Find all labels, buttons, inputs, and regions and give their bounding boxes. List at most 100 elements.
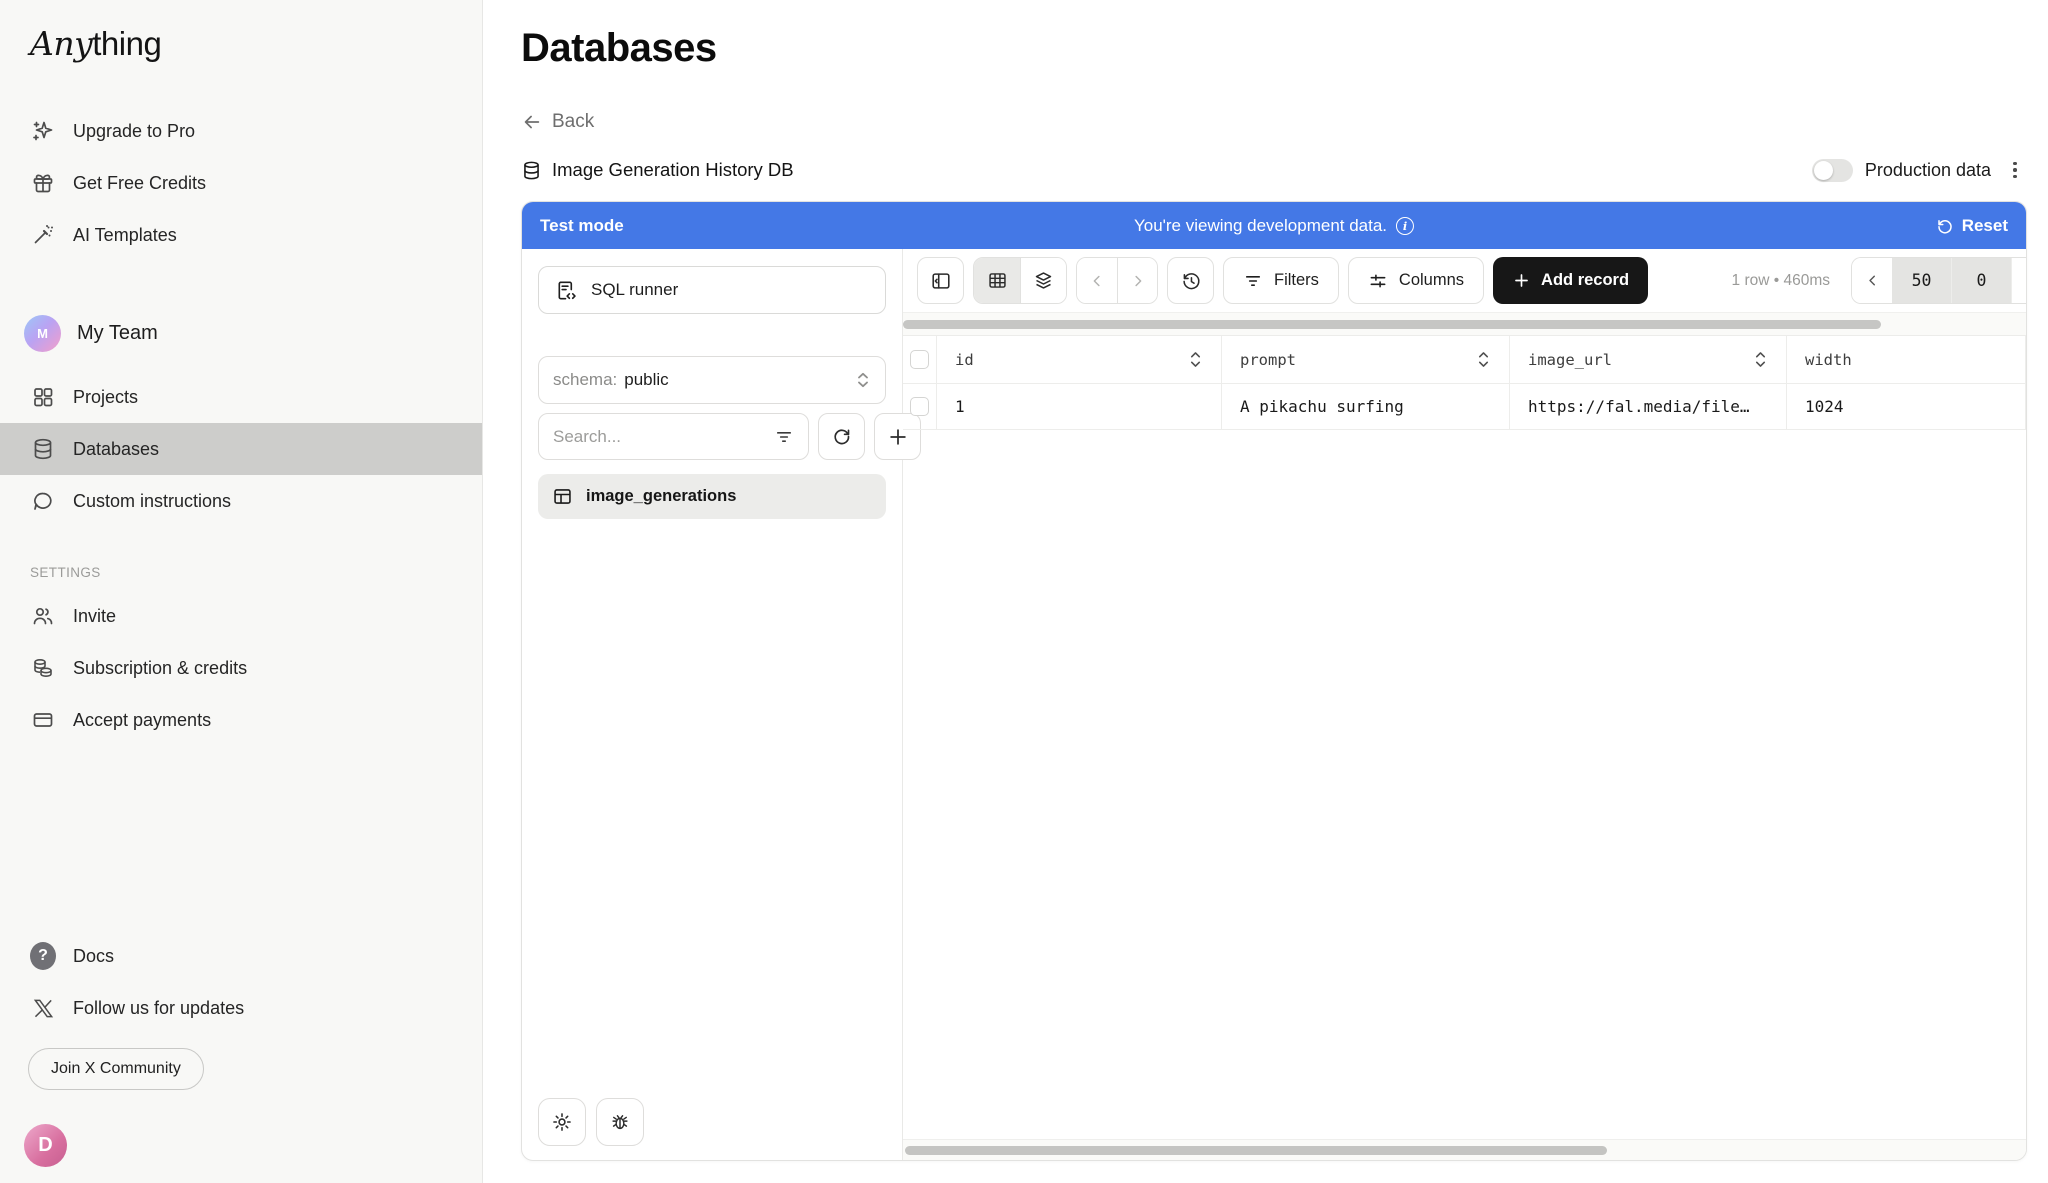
back-link[interactable]: Back [521, 111, 594, 133]
wand-icon [30, 222, 56, 248]
filter-lines-icon [1243, 271, 1263, 291]
test-mode-label: Test mode [540, 216, 624, 236]
result-stats: 1 row • 460ms [1732, 272, 1842, 290]
sidebar-item-follow-updates[interactable]: Follow us for updates [0, 982, 482, 1034]
back-label: Back [552, 111, 594, 133]
filters-label: Filters [1274, 271, 1319, 290]
database-card: Test mode You're viewing development dat… [521, 201, 2027, 1161]
sliders-icon [1368, 271, 1388, 291]
filters-button[interactable]: Filters [1223, 257, 1339, 304]
team-name: My Team [77, 322, 158, 345]
debug-bug-button[interactable] [596, 1098, 644, 1146]
database-icon [521, 160, 542, 181]
join-x-community-button[interactable]: Join X Community [28, 1048, 204, 1090]
settings-gear-button[interactable] [538, 1098, 586, 1146]
reset-icon [1936, 217, 1954, 235]
sql-runner-label: SQL runner [591, 280, 678, 300]
table-list-item-image-generations[interactable]: image_generations [538, 474, 886, 519]
more-options-kebab-icon[interactable] [2003, 157, 2027, 183]
coins-icon [30, 655, 56, 681]
production-data-toggle[interactable] [1812, 159, 1853, 182]
reset-button[interactable]: Reset [1936, 216, 2008, 236]
page-offset-value[interactable]: 0 [1952, 258, 2012, 303]
sparkles-icon [30, 118, 56, 144]
columns-button[interactable]: Columns [1348, 257, 1484, 304]
production-data-label: Production data [1865, 160, 1991, 181]
add-record-label: Add record [1541, 271, 1629, 290]
row-checkbox[interactable] [910, 397, 929, 416]
database-name: Image Generation History DB [552, 159, 794, 181]
add-record-button[interactable]: Add record [1493, 257, 1648, 304]
grid-toolbar: Filters Columns Ad [903, 249, 2026, 312]
info-icon[interactable]: i [1396, 217, 1414, 235]
sidebar-item-label: AI Templates [73, 225, 177, 246]
help-icon: ? [30, 943, 56, 969]
page-size-value[interactable]: 50 [1892, 258, 1952, 303]
sort-icon[interactable] [1178, 350, 1203, 369]
team-switcher[interactable]: M My Team [0, 305, 482, 361]
cell-id[interactable]: 1 [937, 384, 1222, 429]
sort-icon[interactable] [1466, 350, 1491, 369]
pagination-control: 50 0 [1851, 257, 2026, 304]
horizontal-scrollbar-bottom [903, 1139, 2026, 1160]
filter-icon[interactable] [774, 427, 794, 447]
test-mode-banner: Test mode You're viewing development dat… [522, 202, 2026, 249]
cell-image-url[interactable]: https://fal.media/file… [1510, 384, 1787, 429]
sql-runner-button[interactable]: SQL runner [538, 266, 886, 314]
collapse-panel-button[interactable] [917, 257, 964, 304]
table-icon [552, 486, 573, 507]
view-mode-segment [973, 257, 1067, 304]
x-logo-icon [30, 995, 56, 1021]
schema-select[interactable]: schema: public [538, 356, 886, 404]
prev-page-button[interactable] [1077, 258, 1117, 303]
history-button[interactable] [1167, 257, 1214, 304]
scrollbar-thumb[interactable] [903, 320, 1881, 329]
sidebar-item-invite[interactable]: Invite [0, 590, 482, 642]
sidebar-item-subscription-credits[interactable]: Subscription & credits [0, 642, 482, 694]
user-avatar[interactable]: D [24, 1124, 67, 1167]
page-title: Databases [521, 26, 2048, 71]
sidebar-item-docs[interactable]: ? Docs [0, 930, 482, 982]
sidebar-item-custom-instructions[interactable]: Custom instructions [0, 475, 482, 527]
logo-italic-part: Any [30, 24, 92, 63]
scrollbar-thumb[interactable] [905, 1146, 1607, 1155]
gear-icon [551, 1111, 573, 1133]
data-grid: id prompt image_url [903, 336, 2026, 430]
reset-label: Reset [1962, 216, 2008, 236]
column-header-id[interactable]: id [955, 351, 974, 369]
sidebar-item-accept-payments[interactable]: Accept payments [0, 694, 482, 746]
credit-card-icon [30, 707, 56, 733]
sidebar-item-databases[interactable]: Databases [0, 423, 482, 475]
sidebar-item-label: Docs [73, 946, 114, 967]
sidebar-item-label: Upgrade to Pro [73, 121, 195, 142]
logo-rest-part: thing [92, 25, 161, 62]
sidebar-item-label: Follow us for updates [73, 998, 244, 1019]
pager-prev-button[interactable] [1852, 258, 1892, 303]
sidebar-item-projects[interactable]: Projects [0, 371, 482, 423]
sidebar-item-label: Custom instructions [73, 491, 231, 512]
table-view-button[interactable] [974, 258, 1020, 303]
sidebar-item-label: Subscription & credits [73, 658, 247, 679]
select-all-checkbox[interactable] [910, 350, 929, 369]
sidebar-item-upgrade-to-pro[interactable]: Upgrade to Pro [0, 105, 482, 157]
column-header-prompt[interactable]: prompt [1240, 351, 1296, 369]
layers-view-button[interactable] [1020, 258, 1066, 303]
tables-panel: SQL runner schema: public [522, 249, 903, 1160]
page-nav-segment [1076, 257, 1158, 304]
sort-icon[interactable] [1743, 350, 1768, 369]
sidebar-item-ai-templates[interactable]: AI Templates [0, 209, 482, 261]
table-search-input[interactable] [553, 427, 774, 447]
cell-width[interactable]: 1024 [1787, 384, 2026, 429]
next-page-button[interactable] [1117, 258, 1157, 303]
table-name: image_generations [586, 487, 736, 506]
grid-header-row: id prompt image_url [903, 336, 2026, 384]
cell-prompt[interactable]: A pikachu surfing [1222, 384, 1510, 429]
column-header-width[interactable]: width [1805, 351, 1852, 369]
bug-icon [609, 1111, 631, 1133]
column-header-image-url[interactable]: image_url [1528, 351, 1612, 369]
sidebar-item-label: Accept payments [73, 710, 211, 731]
sidebar-item-label: Get Free Credits [73, 173, 206, 194]
sidebar-item-get-free-credits[interactable]: Get Free Credits [0, 157, 482, 209]
table-row[interactable]: 1 A pikachu surfing https://fal.media/fi… [903, 384, 2026, 430]
refresh-button[interactable] [818, 413, 865, 460]
